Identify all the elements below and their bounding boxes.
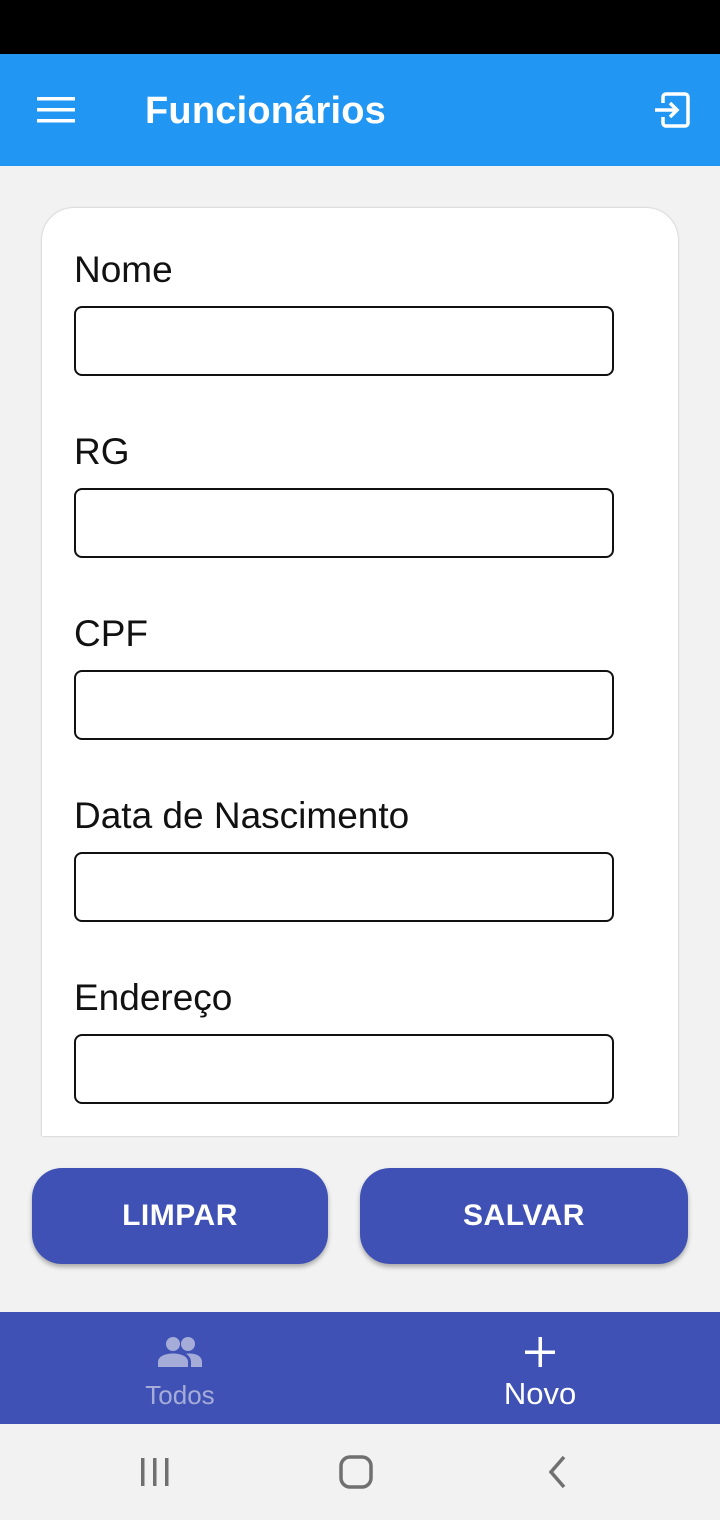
recents-button[interactable] <box>115 1444 195 1500</box>
nav-item-novo[interactable]: Novo <box>360 1312 720 1424</box>
employee-form-card: Nome RG CPF Data de Nascimento Endereço <box>42 208 678 1136</box>
birth-date-input[interactable] <box>74 852 614 922</box>
logout-button[interactable] <box>640 82 704 138</box>
menu-button[interactable] <box>24 82 88 138</box>
cpf-field-group: CPF <box>74 612 614 740</box>
rg-input[interactable] <box>74 488 614 558</box>
cpf-input[interactable] <box>74 670 614 740</box>
app-bar: Funcionários <box>0 54 720 166</box>
back-button[interactable] <box>518 1444 598 1500</box>
people-icon <box>158 1337 202 1367</box>
nav-label-todos: Todos <box>145 1380 215 1410</box>
save-button[interactable]: SALVAR <box>360 1168 688 1264</box>
birth-date-field-group: Data de Nascimento <box>74 794 614 922</box>
status-bar <box>0 0 720 54</box>
hamburger-menu-icon <box>37 97 75 123</box>
home-button[interactable] <box>316 1444 396 1500</box>
cpf-label: CPF <box>74 613 148 654</box>
name-field-group: Nome <box>74 248 614 376</box>
clear-button[interactable]: LIMPAR <box>32 1168 328 1264</box>
rg-label: RG <box>74 431 130 472</box>
bottom-navigation: Todos Novo <box>0 1312 720 1424</box>
name-input[interactable] <box>74 306 614 376</box>
home-icon <box>339 1455 373 1489</box>
logout-icon <box>655 92 690 128</box>
name-label: Nome <box>74 249 173 290</box>
page-title: Funcionários <box>145 90 386 132</box>
plus-icon <box>525 1337 555 1367</box>
address-field-group: Endereço <box>74 976 614 1104</box>
nav-label-novo: Novo <box>503 1376 577 1411</box>
rg-field-group: RG <box>74 430 614 558</box>
back-icon <box>548 1455 566 1489</box>
address-label: Endereço <box>74 977 233 1018</box>
nav-item-todos[interactable]: Todos <box>0 1312 360 1424</box>
address-input[interactable] <box>74 1034 614 1104</box>
system-navigation-bar <box>0 1424 720 1520</box>
birth-date-label: Data de Nascimento <box>74 795 410 836</box>
recents-icon <box>141 1458 169 1486</box>
